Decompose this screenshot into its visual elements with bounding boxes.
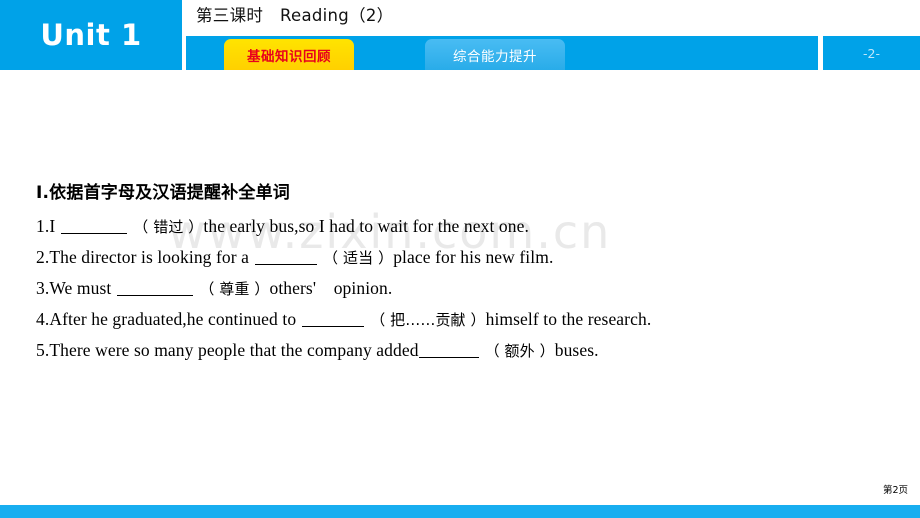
answer-blank[interactable] [302,309,365,327]
unit-label: Unit 1 [40,18,142,52]
question-hint: （ 额外 ） [484,342,555,360]
question-number: 5. [36,340,50,360]
question-post-text: buses. [554,340,599,360]
question-row: 1.I （ 错过 ）the early bus,so I had to wait … [36,211,896,242]
question-row: 2.The director is looking for a （ 适当 ）pla… [36,242,896,273]
question-hint: （ 适当 ） [323,249,394,267]
tab-label: 基础知识回顾 [247,48,331,65]
question-post-text: himself to the research. [485,309,652,329]
question-row: 5.There were so many people that the com… [36,335,896,366]
answer-blank[interactable] [418,340,479,358]
question-pre-text: We must [49,278,112,298]
tab-bar: 基础知识回顾 综合能力提升 [186,36,818,70]
question-number: 4. [36,309,50,329]
main-content: Ⅰ.依据首字母及汉语提醒补全单词 1.I （ 错过 ）the early bus,… [36,178,896,366]
question-post-text: place for his new film. [393,247,554,267]
question-post-text: the early bus,so I had to wait for the n… [203,216,529,236]
question-pre-text: The director is looking for a [49,247,250,267]
section-heading: Ⅰ.依据首字母及汉语提醒补全单词 [36,183,290,203]
question-hint: （ 尊重 ） [199,280,270,298]
tab-label: 综合能力提升 [453,48,537,65]
answer-blank[interactable] [117,278,194,296]
lesson-title: 第三课时 Reading（2） [196,6,394,25]
tab-comprehensive-ability[interactable]: 综合能力提升 [425,39,565,70]
question-pre-text: There were so many people that the compa… [49,340,419,360]
slide-page-indicator: -2- [823,36,920,70]
answer-blank[interactable] [61,216,128,234]
page-header: Unit 1 第三课时 Reading（2） 基础知识回顾 综合能力提升 -2- [0,0,920,70]
footer-bar [0,505,920,518]
question-hint: （ 把……贡献 ） [370,311,486,329]
question-row: 3.We must （ 尊重 ）others' opinion. [36,273,896,304]
question-number: 1. [36,216,50,236]
question-pre-text: After he graduated,he continued to [49,309,297,329]
question-number: 2. [36,247,50,267]
question-number: 3. [36,278,50,298]
question-row: 4.After he graduated,he continued to （ 把…… [36,304,896,335]
answer-blank[interactable] [255,247,318,265]
question-post-text: others' opinion. [269,278,393,298]
tab-basic-knowledge-review[interactable]: 基础知识回顾 [224,39,354,70]
unit-badge: Unit 1 [0,0,182,70]
question-hint: （ 错过 ） [133,218,204,236]
footer-page-number: 第2页 [882,485,908,496]
question-pre-text: I [49,216,56,236]
